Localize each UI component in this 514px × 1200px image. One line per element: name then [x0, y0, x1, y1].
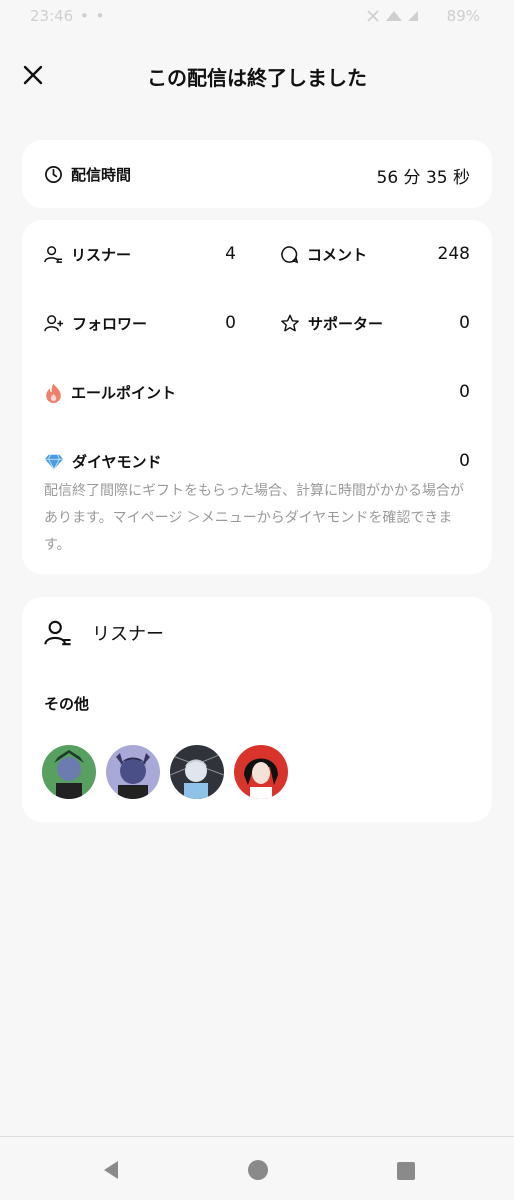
avatar[interactable] — [42, 745, 96, 799]
stat-supporters: サポーター — [280, 313, 383, 334]
status-icons — [366, 7, 422, 29]
stat-yell-points: エールポイント — [44, 382, 176, 403]
listeners-header: リスナー — [44, 619, 164, 647]
person-icon — [44, 246, 63, 263]
stat-followers: フォロワー — [44, 313, 147, 334]
clock-icon — [45, 166, 62, 183]
add-person-icon — [44, 315, 64, 332]
stat-diamonds: ダイヤモンド — [44, 451, 162, 472]
stat-comments-value: 248 — [437, 244, 470, 264]
diamond-note: 配信終了間際にギフトをもらった場合、計算に時間がかかる場合があります。マイページ… — [44, 483, 464, 553]
nav-back-button[interactable] — [100, 1159, 122, 1185]
page-title: この配信は終了しました — [147, 66, 367, 90]
listeners-title: リスナー — [92, 624, 164, 645]
home-circle-icon — [248, 1160, 268, 1180]
stat-listeners: リスナー — [44, 244, 131, 265]
status-time: 23:46 — [30, 7, 74, 25]
system-nav-bar — [0, 1136, 514, 1200]
duration-label-row: 配信時間 — [44, 164, 131, 185]
header: この配信は終了しました — [0, 50, 514, 102]
recents-square-icon — [397, 1162, 415, 1180]
signal-icons — [367, 10, 418, 22]
avatar[interactable] — [106, 745, 160, 799]
stat-yell-points-value: 0 — [459, 382, 470, 402]
avatar[interactable] — [170, 745, 224, 799]
stat-yell-points-label: エールポイント — [71, 384, 177, 402]
stat-followers-value: 0 — [225, 313, 236, 333]
stat-listeners-value: 4 — [225, 244, 236, 264]
back-triangle-icon — [104, 1161, 118, 1179]
flame-icon — [46, 383, 61, 403]
stat-listeners-label: リスナー — [71, 246, 132, 264]
avatar-list — [42, 745, 288, 799]
diamond-icon — [44, 454, 64, 470]
status-notification-dots: • • — [80, 7, 106, 25]
status-bar: 23:46 • • 89% — [0, 0, 514, 34]
person-icon — [44, 620, 71, 646]
stat-comments-label: コメント — [307, 246, 368, 264]
stat-followers-label: フォロワー — [72, 315, 148, 333]
stats-card: リスナー 4 コメント 248 フォロワー 0 サポーター 0 エールポイント … — [22, 220, 492, 574]
others-label: その他 — [44, 695, 90, 713]
avatar[interactable] — [234, 745, 288, 799]
comment-icon — [281, 246, 299, 264]
listeners-card: リスナー その他 — [22, 597, 492, 822]
stat-diamonds-label: ダイヤモンド — [72, 453, 162, 471]
duration-label: 配信時間 — [71, 166, 132, 184]
duration-value: 56 分 35 秒 — [376, 168, 470, 188]
stat-comments: コメント — [280, 244, 367, 265]
stat-supporters-label: サポーター — [308, 315, 384, 333]
battery-level: 89% — [446, 7, 480, 25]
nav-recents-button[interactable] — [396, 1161, 416, 1185]
stat-supporters-value: 0 — [459, 313, 470, 333]
stat-diamonds-value: 0 — [459, 451, 470, 471]
duration-card: 配信時間 56 分 35 秒 — [22, 140, 492, 208]
star-icon — [281, 314, 299, 332]
nav-home-button[interactable] — [247, 1159, 269, 1185]
